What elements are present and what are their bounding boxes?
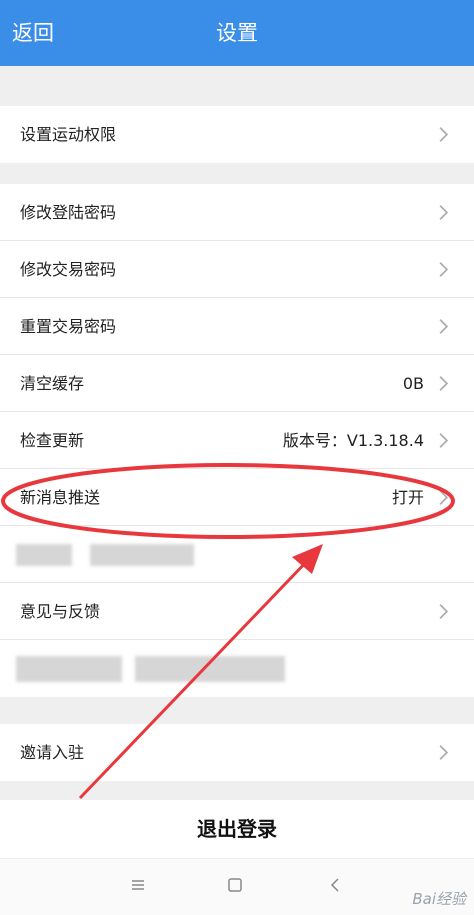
chevron-right-icon <box>439 376 449 391</box>
version-value: 版本号：V1.3.18.4 <box>282 431 424 450</box>
redacted-block <box>16 544 72 566</box>
cache-size-value: 0B <box>402 374 424 393</box>
row-change-trade-password[interactable]: 修改交易密码 <box>0 241 474 298</box>
back-triangle-icon[interactable] <box>327 877 343 893</box>
invite-section: 邀请入驻 <box>0 724 474 781</box>
row-change-login-password[interactable]: 修改登陆密码 <box>0 184 474 241</box>
chevron-right-icon <box>439 262 449 277</box>
row-new-message-push[interactable]: 新消息推送 打开 <box>0 469 474 526</box>
chevron-right-icon <box>439 319 449 334</box>
row-check-update[interactable]: 检查更新 版本号：V1.3.18.4 <box>0 412 474 469</box>
chevron-right-icon <box>439 490 449 505</box>
system-nav-bar: Bai经验 <box>0 859 474 915</box>
redacted-block <box>90 544 194 566</box>
page-title: 设置 <box>216 21 258 45</box>
row-label: 邀请入驻 <box>20 743 85 762</box>
row-feedback[interactable]: 意见与反馈 <box>0 583 474 640</box>
header-bar: 返回 设置 <box>0 0 474 66</box>
redacted-block <box>16 656 122 682</box>
home-square-icon[interactable] <box>227 877 243 893</box>
chevron-right-icon <box>439 745 449 760</box>
row-label: 设置运动权限 <box>20 125 117 144</box>
watermark-text: Bai经验 <box>412 890 466 908</box>
permissions-section: 设置运动权限 <box>0 106 474 163</box>
row-label: 重置交易密码 <box>20 317 117 336</box>
row-redacted-1[interactable] <box>0 526 474 583</box>
menu-icon[interactable] <box>130 877 146 893</box>
row-redacted-2[interactable] <box>0 640 474 697</box>
row-label: 修改交易密码 <box>20 260 117 279</box>
row-label: 清空缓存 <box>20 374 85 393</box>
row-label: 修改登陆密码 <box>20 203 117 222</box>
logout-button[interactable]: 退出登录 <box>0 800 474 858</box>
chevron-right-icon <box>439 604 449 619</box>
chevron-right-icon <box>439 127 449 142</box>
account-section: 修改登陆密码 修改交易密码 重置交易密码 清空缓存 0B 检查更新 版本号：V1… <box>0 184 474 697</box>
chevron-right-icon <box>439 433 449 448</box>
row-label: 检查更新 <box>20 431 85 450</box>
push-status-value: 打开 <box>391 488 424 507</box>
row-reset-trade-password[interactable]: 重置交易密码 <box>0 298 474 355</box>
redacted-block <box>135 656 285 682</box>
chevron-right-icon <box>439 205 449 220</box>
row-label: 新消息推送 <box>20 488 101 507</box>
row-label: 意见与反馈 <box>20 602 101 621</box>
row-clear-cache[interactable]: 清空缓存 0B <box>0 355 474 412</box>
row-sport-permission[interactable]: 设置运动权限 <box>0 106 474 163</box>
row-invite[interactable]: 邀请入驻 <box>0 724 474 781</box>
